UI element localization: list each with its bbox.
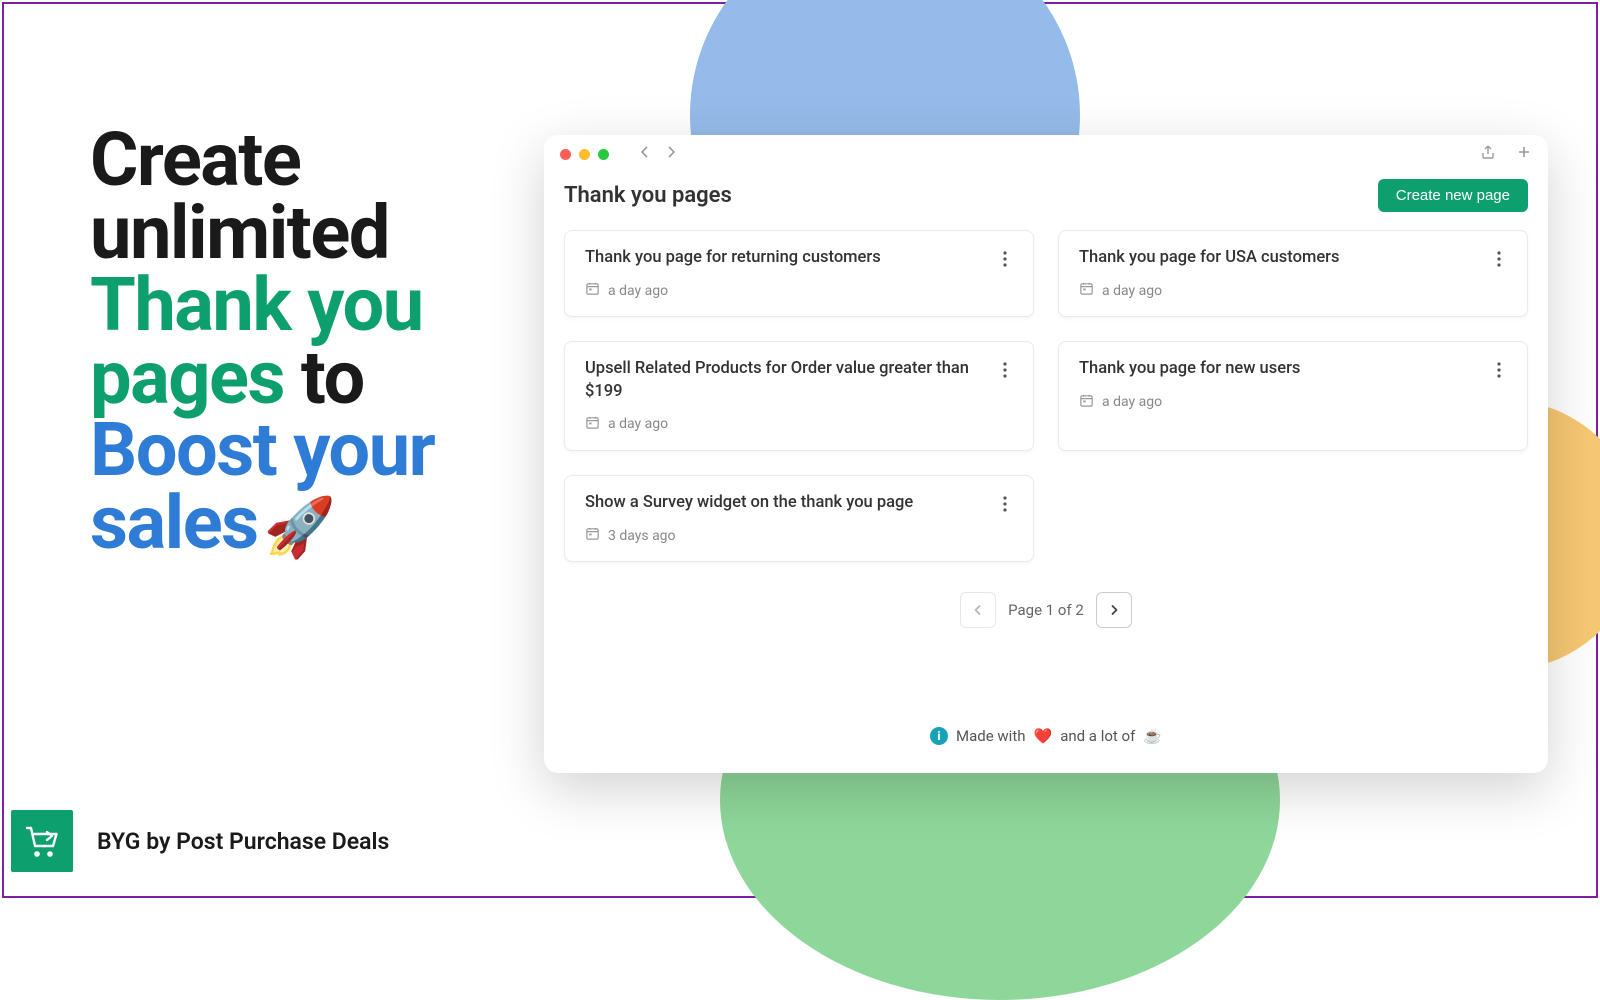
card-title: Thank you page for returning customers: [585, 247, 1013, 269]
calendar-icon: [1079, 393, 1094, 412]
nav-arrows: [637, 144, 679, 164]
footer-mid: and a lot of: [1060, 727, 1135, 745]
card-title: Thank you page for USA customers: [1079, 247, 1507, 269]
card-menu-button[interactable]: [1487, 358, 1511, 382]
calendar-icon: [585, 415, 600, 434]
coffee-icon: ☕: [1143, 727, 1162, 745]
heart-icon: ❤️: [1034, 727, 1053, 745]
card-menu-button[interactable]: [993, 247, 1017, 271]
next-page-button[interactable]: [1096, 592, 1132, 628]
card-title: Thank you page for new users: [1079, 358, 1507, 380]
back-icon[interactable]: [637, 144, 653, 164]
footer-note: i Made with ❤️ and a lot of ☕: [564, 727, 1528, 753]
page-header: Thank you pages Create new page: [564, 179, 1528, 212]
minimize-window-button[interactable]: [579, 149, 590, 160]
share-icon[interactable]: [1480, 144, 1496, 164]
page-card[interactable]: Thank you page for USA customers a day ag…: [1058, 230, 1528, 317]
card-meta: a day ago: [1079, 393, 1507, 412]
card-title: Upsell Related Products for Order value …: [585, 358, 1013, 403]
card-time: a day ago: [1102, 394, 1162, 410]
page-card[interactable]: Show a Survey widget on the thank you pa…: [564, 475, 1034, 562]
traffic-lights: [560, 149, 609, 160]
footer-prefix: Made with: [956, 727, 1025, 745]
forward-icon[interactable]: [663, 144, 679, 164]
close-window-button[interactable]: [560, 149, 571, 160]
brand-text: BYG by Post Purchase Deals: [97, 828, 389, 855]
card-time: a day ago: [1102, 283, 1162, 299]
card-time: a day ago: [608, 283, 668, 299]
rocket-icon: 🚀: [264, 494, 335, 562]
new-tab-icon[interactable]: [1516, 144, 1532, 164]
pagination: Page 1 of 2: [564, 592, 1528, 628]
card-time: a day ago: [608, 416, 668, 432]
pagination-text: Page 1 of 2: [1008, 601, 1084, 619]
card-title: Show a Survey widget on the thank you pa…: [585, 492, 1013, 514]
page-title: Thank you pages: [564, 183, 732, 208]
calendar-icon: [1079, 281, 1094, 300]
page-card[interactable]: Upsell Related Products for Order value …: [564, 341, 1034, 451]
calendar-icon: [585, 281, 600, 300]
card-menu-button[interactable]: [993, 492, 1017, 516]
brand-logo-icon: [11, 810, 73, 872]
card-meta: 3 days ago: [585, 526, 1013, 545]
window-chrome: [544, 135, 1548, 173]
card-menu-button[interactable]: [993, 358, 1017, 382]
calendar-icon: [585, 526, 600, 545]
card-meta: a day ago: [1079, 281, 1507, 300]
hero-text: Create unlimited Thank you pages to Boos…: [90, 125, 530, 560]
page-card[interactable]: Thank you page for returning customers a …: [564, 230, 1034, 317]
page-card[interactable]: Thank you page for new users a day ago: [1058, 341, 1528, 451]
create-new-page-button[interactable]: Create new page: [1378, 179, 1528, 212]
app-window: Thank you pages Create new page Thank yo…: [544, 135, 1548, 773]
hero-highlight-blue: Boost your sales: [90, 407, 434, 567]
card-time: 3 days ago: [608, 528, 676, 544]
maximize-window-button[interactable]: [598, 149, 609, 160]
card-menu-button[interactable]: [1487, 247, 1511, 271]
hero-highlight-green: Thank you pages: [90, 262, 423, 422]
info-icon: i: [930, 727, 948, 745]
brand-row: BYG by Post Purchase Deals: [11, 810, 389, 872]
prev-page-button[interactable]: [960, 592, 996, 628]
card-meta: a day ago: [585, 281, 1013, 300]
hero-text-line1: Create unlimited: [90, 117, 389, 277]
card-meta: a day ago: [585, 415, 1013, 434]
